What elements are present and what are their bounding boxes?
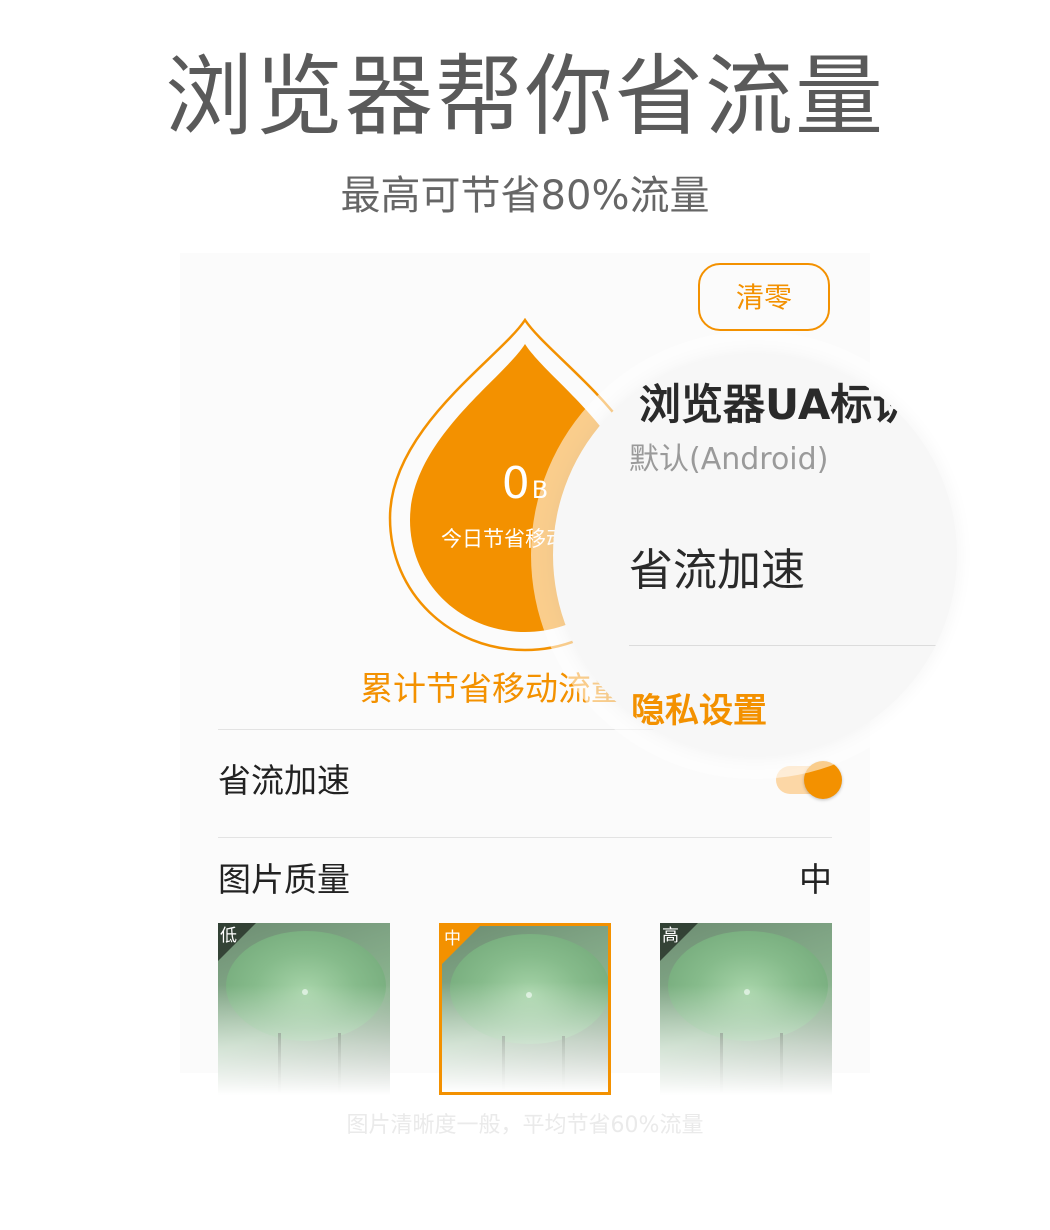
quality-option-medium[interactable]: 中 [439, 923, 611, 1095]
image-quality-value[interactable]: 中 [799, 857, 832, 903]
toggle-knob[interactable] [804, 761, 842, 799]
magnified-data-saver: 省流加速 [629, 545, 805, 596]
promo-headline: 浏览器帮你省流量 [164, 45, 885, 148]
data-saver-label: 省流加速 [218, 761, 350, 800]
reset-button[interactable]: 清零 [698, 263, 830, 331]
quality-label-medium: 中 [444, 929, 461, 949]
today-saved-number: 0 [501, 458, 530, 509]
divider [629, 645, 949, 646]
image-quality-label: 图片质量 [218, 860, 350, 899]
fade-overlay [442, 982, 608, 1092]
magnified-ua-title: 浏览器UA标识 [639, 380, 915, 429]
promo-subline: 最高可节省80%流量 [340, 173, 710, 219]
quality-option-low[interactable]: 低 [218, 923, 390, 1095]
quality-label-high: 高 [662, 926, 679, 946]
divider [218, 837, 832, 838]
magnified-privacy-settings: 隐私设置 [631, 691, 767, 731]
magnifier-callout: 浏览器UA标识 默认(Android) 省流加速 隐私设置 [553, 353, 957, 757]
quality-label-low: 低 [220, 926, 237, 946]
quality-footnote: 图片清晰度一般，平均节省60%流量 [346, 1113, 704, 1138]
magnified-ua-value: 默认(Android) [629, 442, 829, 477]
fade-overlay [218, 985, 390, 1095]
fade-overlay [660, 985, 832, 1095]
quality-option-high[interactable]: 高 [660, 923, 832, 1095]
today-saved-unit: B [531, 476, 549, 504]
